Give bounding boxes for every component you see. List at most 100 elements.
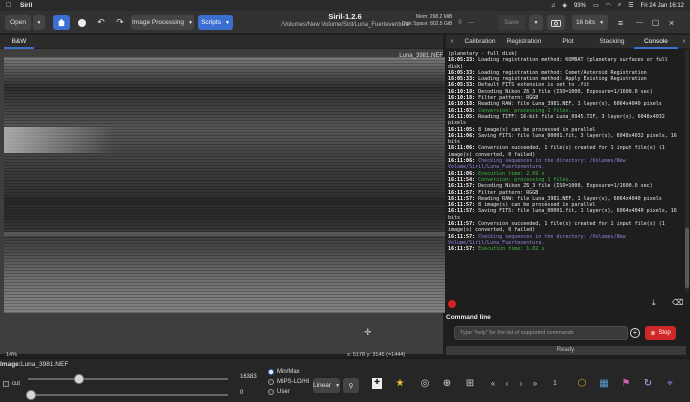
console-timestamp: 16:11:05: [448, 113, 476, 120]
nav-last-icon[interactable]: » [528, 376, 542, 390]
cut-tool-icon[interactable]: ⌖ [663, 376, 677, 390]
photometry-icon[interactable]: ✚ [370, 376, 384, 390]
save-button[interactable]: Save [498, 15, 525, 30]
cut-checkbox-box[interactable] [3, 381, 9, 387]
home-button[interactable] [53, 15, 70, 30]
grid-icon[interactable]: ⊞ [463, 376, 477, 390]
console-message: (planetary - full disk) [448, 51, 518, 57]
console-message: Saving FITS: file luna_00001.fit, 1 laye… [448, 208, 680, 221]
link-icon: ⚲ [348, 382, 354, 390]
stop-button[interactable]: ⊗ Stop [645, 326, 676, 340]
hamburger-menu-button[interactable]: ≡ [614, 15, 627, 30]
redo-button[interactable]: ↷ [113, 15, 127, 30]
save-as-button[interactable]: ▼ [529, 15, 543, 30]
chevron-right-icon[interactable]: › [678, 38, 690, 45]
bit-depth-select[interactable]: 16 bits ▼ [572, 15, 608, 30]
main-toolbar: Open ▼ ↶ ↷ Image Processing ▼ Scripts ▼ … [0, 11, 690, 34]
frame-number-icon[interactable]: 1 [548, 376, 562, 390]
console-scrollbar[interactable] [685, 50, 689, 292]
clear-console-icon[interactable]: ⌫ [672, 298, 683, 307]
rotate-icon[interactable]: ↻ [641, 376, 655, 390]
audio-icon[interactable]: ♫ [551, 3, 556, 9]
console-toolbar: ⤓ ⌫ [446, 296, 690, 312]
console-message: Execution time: 2.69 s [475, 170, 545, 177]
min-slider[interactable] [26, 390, 228, 400]
scrollbar-thumb[interactable] [685, 228, 689, 288]
tab-registration[interactable]: Registration [502, 35, 546, 49]
color-picker-icon[interactable]: ⚑ [619, 376, 633, 390]
maximize-button[interactable]: ▢ [650, 15, 661, 30]
tab-calibration[interactable]: Calibration [458, 35, 502, 49]
lock-stretch-button[interactable]: ⚲ [343, 378, 359, 393]
histogram-icon[interactable]: ▦ [597, 376, 611, 390]
open-button-label: Open [10, 19, 26, 26]
close-button[interactable]: × [666, 15, 677, 30]
scripts-menu[interactable]: Scripts ▼ [198, 15, 233, 30]
add-command-icon[interactable]: + [630, 328, 640, 338]
max-value[interactable]: 16383 [240, 374, 257, 380]
camera-icon [551, 19, 561, 27]
astro-image[interactable] [4, 57, 445, 313]
download-icon[interactable]: ⤓ [652, 298, 656, 308]
radio-dot[interactable] [268, 379, 274, 385]
console-message: Conversion: processing 1 files... [475, 107, 578, 114]
image-viewer[interactable]: Luna_3981.NEF ✛ 14% x: 5178 y: 3145 (=14… [0, 49, 445, 358]
radio-user[interactable]: User [268, 389, 290, 395]
search-icon[interactable]: ⌕ [618, 2, 621, 9]
console-message: Loading registration method: KOMBAT (pla… [448, 57, 671, 70]
snapshot-button[interactable] [547, 15, 565, 30]
tab-plot[interactable]: Plot [546, 35, 590, 49]
dropbox-icon[interactable]: ◈ [562, 2, 567, 9]
console-message: Reading TIFF: 16-bit file Luna_0945.TIF,… [448, 113, 668, 127]
menu-overflow-icon[interactable]: 8 [456, 15, 464, 30]
redo-icon: ↷ [116, 17, 124, 27]
stretch-select[interactable]: Linear ▼ [313, 378, 340, 393]
wifi-icon[interactable]: ◠ [606, 2, 611, 9]
undo-button[interactable]: ↶ [94, 15, 108, 30]
console-timestamp: 16:10:18: [448, 88, 476, 95]
globe-icon[interactable]: ⊕ [440, 376, 454, 390]
control-center-icon[interactable]: ☰ [628, 2, 633, 9]
console-timestamp: 16:11:03: [448, 107, 476, 114]
chevron-left-icon[interactable]: ‹ [446, 38, 458, 45]
cut-checkbox[interactable]: cut [3, 381, 20, 387]
min-slider-knob[interactable] [26, 390, 36, 400]
radio-dot[interactable] [268, 369, 274, 375]
flip-icon[interactable]: ⬡ [575, 376, 589, 390]
console-log[interactable]: (planetary - full disk) 16:05:33: Loading… [446, 50, 684, 292]
console-message: Default FITS extension is set to .fit [475, 82, 590, 89]
tab-console[interactable]: Console [634, 35, 678, 49]
console-line: 16:11:57: Saving FITS: file luna_00001.f… [448, 208, 682, 221]
open-recent-dropdown[interactable]: ▼ [33, 15, 45, 30]
tab-bw[interactable]: B&W [4, 35, 34, 49]
console-line: 16:11:57: Conversion succeeded, 1 file(s… [448, 221, 682, 234]
console-timestamp: 16:10:18: [448, 95, 476, 102]
battery-icon[interactable]: ▭ [593, 2, 599, 9]
nav-next-icon[interactable]: › [514, 376, 528, 390]
livestack-button[interactable] [73, 15, 90, 30]
image-processing-menu[interactable]: Image Processing ▼ [131, 15, 194, 30]
chevron-down-icon: ▼ [36, 19, 42, 26]
chevron-down-icon: ▼ [335, 382, 341, 389]
radio-minmax[interactable]: Min/Max [268, 369, 300, 375]
min-value[interactable]: 0 [240, 390, 243, 396]
open-button[interactable]: Open [5, 15, 31, 30]
app-menu-name[interactable]: Siril [20, 2, 32, 9]
radio-mips[interactable]: MIPS-LO/HI [268, 379, 309, 385]
command-input[interactable] [454, 326, 628, 340]
nav-prev-icon[interactable]: ‹ [500, 376, 514, 390]
console-timestamp: 16:10:18: [448, 101, 476, 108]
max-slider[interactable] [28, 374, 228, 384]
apple-icon[interactable]:  [6, 2, 14, 10]
nav-first-icon[interactable]: « [486, 376, 500, 390]
minimize-button[interactable]: — [634, 15, 645, 30]
star-icon[interactable]: ★ [393, 376, 407, 390]
console-timestamp: 16:11:06: [448, 132, 476, 139]
console-message: Reading RAW: file Luna_3981.NEF, 1 layer… [475, 101, 662, 108]
target-icon[interactable]: ◎ [418, 376, 432, 390]
image-name-label: Image:Luna_3981.NEF [0, 361, 68, 368]
console-timestamp: 16:11:57: [448, 233, 476, 240]
radio-dot[interactable] [268, 389, 274, 395]
max-slider-knob[interactable] [74, 374, 84, 384]
tab-stacking[interactable]: Stacking [590, 35, 634, 49]
